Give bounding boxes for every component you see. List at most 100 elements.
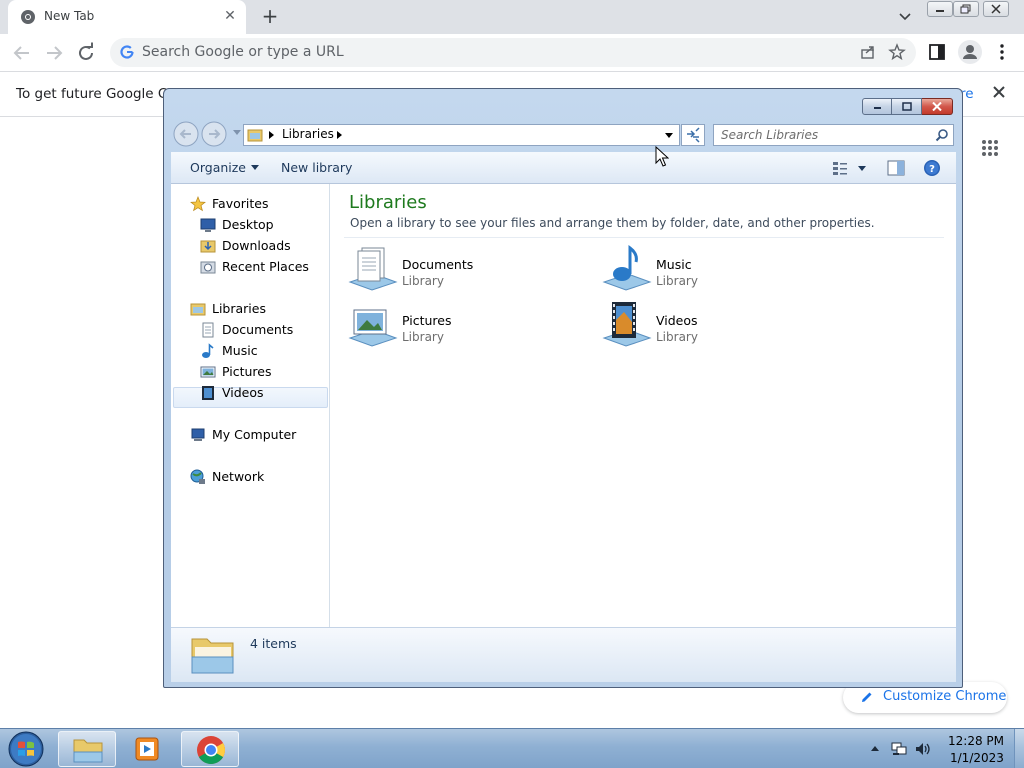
nav-label: Desktop xyxy=(222,217,274,232)
libraries-folder-icon xyxy=(190,303,206,316)
address-dropdown-chevron-icon[interactable] xyxy=(665,133,673,138)
library-tile-music[interactable]: Music Library xyxy=(602,244,832,296)
restore-icon xyxy=(960,4,971,14)
minimize-icon xyxy=(936,10,944,12)
google-apps-grid-icon[interactable] xyxy=(981,139,999,157)
nav-favorites[interactable]: Favorites xyxy=(190,194,320,214)
library-tile-documents[interactable]: Documents Library xyxy=(348,244,578,296)
breadcrumb-arrow-icon[interactable] xyxy=(337,131,342,139)
explorer-refresh-button[interactable] xyxy=(681,124,705,146)
explorer-back-forward-icon[interactable] xyxy=(173,121,231,147)
svg-text:?: ? xyxy=(929,164,935,175)
taskbar-chrome-button[interactable] xyxy=(181,731,239,767)
nav-downloads[interactable]: Downloads xyxy=(200,236,320,256)
tab-close-icon[interactable]: ✕ xyxy=(222,8,238,24)
back-arrow-icon[interactable] xyxy=(10,41,34,65)
explorer-minimize-button[interactable] xyxy=(862,98,892,115)
organize-button[interactable]: Organize xyxy=(190,160,259,175)
customize-chrome-label: Customize Chrome xyxy=(883,689,1007,704)
explorer-command-bar: Organize New library ? xyxy=(171,152,956,184)
taskbar-clock-date[interactable]: 1/1/2023 xyxy=(950,751,1004,765)
search-icon[interactable] xyxy=(935,128,949,142)
info-bar-close-icon[interactable] xyxy=(990,83,1008,101)
volume-speaker-icon[interactable] xyxy=(914,741,932,757)
tile-name: Pictures xyxy=(402,313,452,328)
help-icon[interactable]: ? xyxy=(923,159,941,177)
nav-videos[interactable]: Videos xyxy=(200,383,320,403)
nav-label: Network xyxy=(212,469,265,484)
nav-pictures[interactable]: Pictures xyxy=(200,362,320,382)
tile-type: Library xyxy=(656,274,698,288)
refresh-arrows-icon xyxy=(687,127,700,143)
google-g-icon xyxy=(120,45,134,59)
libraries-description: Open a library to see your files and arr… xyxy=(350,216,875,230)
tile-name: Videos xyxy=(656,313,698,328)
reload-icon[interactable] xyxy=(74,41,98,65)
profile-avatar[interactable] xyxy=(958,40,982,64)
window-close-button[interactable] xyxy=(983,1,1009,17)
explorer-maximize-button[interactable] xyxy=(892,98,922,115)
explorer-address-bar[interactable]: Libraries xyxy=(243,124,680,146)
preview-pane-icon[interactable] xyxy=(887,160,905,176)
windows-start-orb-icon[interactable] xyxy=(6,730,46,768)
libraries-folder-icon xyxy=(247,129,263,142)
window-restore-button[interactable] xyxy=(953,1,979,17)
explorer-folder-icon xyxy=(73,739,103,763)
kebab-menu-icon[interactable] xyxy=(994,43,1010,61)
library-tile-videos[interactable]: Videos Library xyxy=(602,300,832,352)
new-tab-button[interactable]: + xyxy=(258,5,282,29)
nav-libraries-label-row[interactable]: Libraries xyxy=(190,299,320,319)
chrome-logo-icon xyxy=(197,736,225,764)
close-icon xyxy=(932,102,942,111)
breadcrumb-libraries[interactable]: Libraries xyxy=(282,127,334,141)
nav-my-computer[interactable]: My Computer xyxy=(190,425,320,445)
nav-recent-places[interactable]: Recent Places xyxy=(200,257,325,277)
nav-music[interactable]: Music xyxy=(200,341,320,361)
person-icon xyxy=(963,45,977,59)
change-view-icon[interactable] xyxy=(831,159,871,177)
nav-network[interactable]: Network xyxy=(190,467,320,487)
nav-label: Videos xyxy=(222,385,264,400)
chrome-tab-new-tab[interactable]: New Tab ✕ xyxy=(8,0,246,34)
breadcrumb-arrow-icon[interactable] xyxy=(269,131,274,139)
explorer-search-box[interactable]: Search Libraries xyxy=(713,124,954,146)
nav-documents[interactable]: Documents xyxy=(200,320,320,340)
explorer-details-pane: 4 items xyxy=(171,627,956,682)
nav-desktop[interactable]: Desktop xyxy=(200,215,320,235)
mouse-pointer-icon xyxy=(655,146,669,167)
tile-type: Library xyxy=(402,330,444,344)
taskbar-clock-time[interactable]: 12:28 PM xyxy=(948,734,1004,748)
recent-places-icon xyxy=(200,261,216,274)
libraries-heading: Libraries xyxy=(349,192,427,213)
omnibox[interactable]: Search Google or type a URL xyxy=(110,38,916,67)
forward-arrow-icon[interactable] xyxy=(42,41,66,65)
explorer-close-button[interactable] xyxy=(922,98,953,115)
window-minimize-button[interactable] xyxy=(927,1,953,17)
computer-icon xyxy=(191,428,205,441)
tab-search-chevron-icon[interactable] xyxy=(895,8,915,26)
desktop-icon xyxy=(200,218,216,232)
network-status-icon[interactable] xyxy=(890,741,908,757)
show-hidden-icons-chevron-icon[interactable] xyxy=(870,744,880,752)
omnibox-placeholder: Search Google or type a URL xyxy=(142,44,344,60)
taskbar-explorer-button[interactable] xyxy=(58,731,116,767)
chrome-tab-strip: New Tab ✕ + xyxy=(0,0,1024,34)
documents-icon xyxy=(202,322,214,338)
libraries-large-folder-icon xyxy=(191,638,234,674)
bookmark-star-icon[interactable] xyxy=(888,43,906,61)
content-divider xyxy=(344,237,944,238)
library-tile-pictures[interactable]: Pictures Library xyxy=(348,300,578,352)
nav-label: Documents xyxy=(222,322,294,337)
taskbar-media-player-button[interactable] xyxy=(119,731,177,767)
side-panel-icon[interactable] xyxy=(928,43,946,61)
nav-label: Libraries xyxy=(212,301,266,316)
close-icon xyxy=(991,4,1001,14)
show-desktop-button[interactable] xyxy=(1014,729,1024,768)
share-icon[interactable] xyxy=(860,44,876,60)
tile-name: Documents xyxy=(402,257,474,272)
new-library-button[interactable]: New library xyxy=(281,160,352,175)
recent-pages-chevron-icon[interactable] xyxy=(233,130,241,136)
system-tray: 12:28 PM 1/1/2023 xyxy=(866,729,1024,768)
nav-label: My Computer xyxy=(212,427,297,442)
documents-library-icon xyxy=(348,247,398,291)
